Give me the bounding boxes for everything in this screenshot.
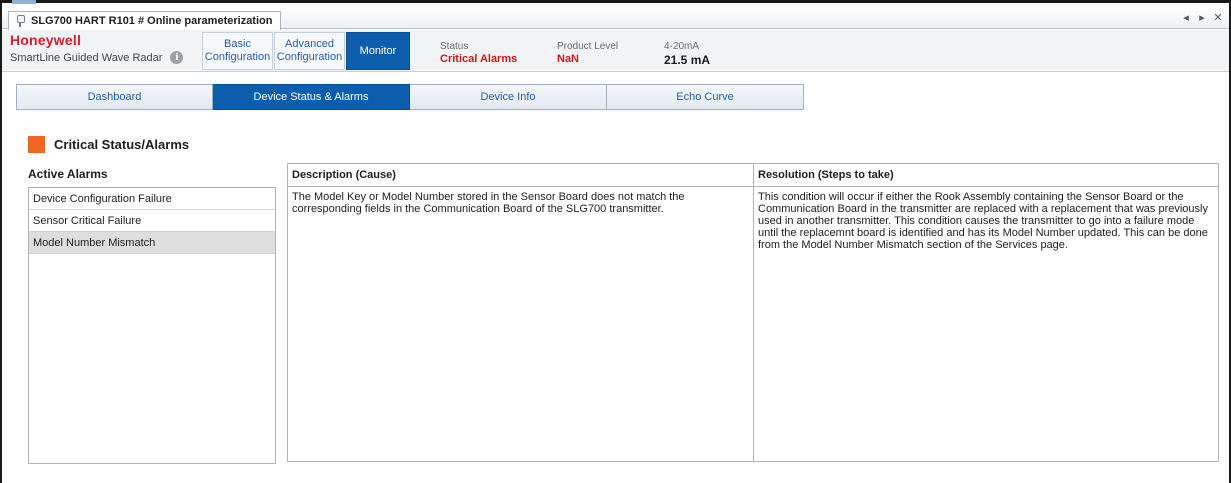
active-alarms-list[interactable]: Device Configuration Failure Sensor Crit…	[28, 187, 276, 464]
description-header: Description (Cause)	[288, 164, 753, 187]
pin-icon[interactable]	[15, 15, 25, 27]
resolution-column: Resolution (Steps to take) This conditio…	[754, 164, 1218, 461]
active-alarms-heading: Active Alarms	[28, 167, 108, 181]
status-indicator: Status Critical Alarms	[440, 41, 517, 65]
scroll-right-icon[interactable]: ▸	[1197, 11, 1207, 24]
alarm-item-model-number-mismatch[interactable]: Model Number Mismatch	[29, 232, 275, 254]
status-label: Status	[440, 41, 469, 52]
product-level-indicator: Product Level NaN	[557, 41, 618, 65]
info-icon[interactable]: i	[170, 51, 184, 64]
window-accent	[12, 0, 36, 4]
tab-controls: ◂ ▸ ✕	[1181, 11, 1223, 24]
product-name: SmartLine Guided Wave Radar	[10, 51, 163, 64]
resolution-header: Resolution (Steps to take)	[754, 164, 1218, 187]
tab-dashboard[interactable]: Dashboard	[16, 84, 213, 110]
section-title: Critical Status/Alarms	[54, 137, 190, 152]
nav-monitor[interactable]: Monitor	[346, 32, 410, 70]
product-level-value: NaN	[557, 53, 580, 65]
description-text: The Model Key or Model Number stored in …	[292, 191, 685, 215]
alarm-item-device-configuration-failure[interactable]: Device Configuration Failure	[29, 188, 275, 210]
current-label: 4-20mA	[664, 41, 700, 52]
resolution-text: This condition will occur if either the …	[758, 191, 1208, 251]
current-value: 21.5 mA	[664, 53, 711, 67]
tab-device-status-alarms[interactable]: Device Status & Alarms	[213, 84, 410, 110]
device-header: Honeywell SmartLine Guided Wave Radar i …	[2, 30, 1229, 72]
monitor-subtabs: Dashboard Device Status & Alarms Device …	[16, 84, 804, 110]
alarm-item-sensor-critical-failure[interactable]: Sensor Critical Failure	[29, 210, 275, 232]
document-tab-title: SLG700 HART R101 # Online parameterizati…	[31, 15, 273, 27]
document-tab[interactable]: SLG700 HART R101 # Online parameterizati…	[8, 11, 282, 30]
document-tabstrip: SLG700 HART R101 # Online parameterizati…	[2, 8, 1229, 30]
window-top-border	[0, 0, 1231, 3]
critical-status-icon	[28, 136, 45, 153]
section-header: Critical Status/Alarms	[28, 136, 189, 153]
tab-device-info[interactable]: Device Info	[410, 84, 607, 110]
product-level-label: Product Level	[557, 41, 619, 52]
nav-basic-configuration[interactable]: Basic Configuration	[202, 32, 273, 70]
tab-echo-curve[interactable]: Echo Curve	[607, 84, 804, 110]
close-icon[interactable]: ✕	[1213, 11, 1223, 24]
status-value: Critical Alarms	[440, 53, 518, 65]
product-name-row: SmartLine Guided Wave Radar i	[10, 51, 184, 64]
alarm-details-table: Description (Cause) The Model Key or Mod…	[287, 163, 1219, 462]
nav-advanced-configuration[interactable]: Advanced Configuration	[274, 32, 345, 70]
brand-block: Honeywell SmartLine Guided Wave Radar i	[10, 32, 184, 64]
brand-logo: Honeywell	[10, 32, 82, 48]
description-column: Description (Cause) The Model Key or Mod…	[288, 164, 754, 461]
scroll-left-icon[interactable]: ◂	[1181, 11, 1191, 24]
current-indicator: 4-20mA 21.5 mA	[664, 41, 710, 67]
